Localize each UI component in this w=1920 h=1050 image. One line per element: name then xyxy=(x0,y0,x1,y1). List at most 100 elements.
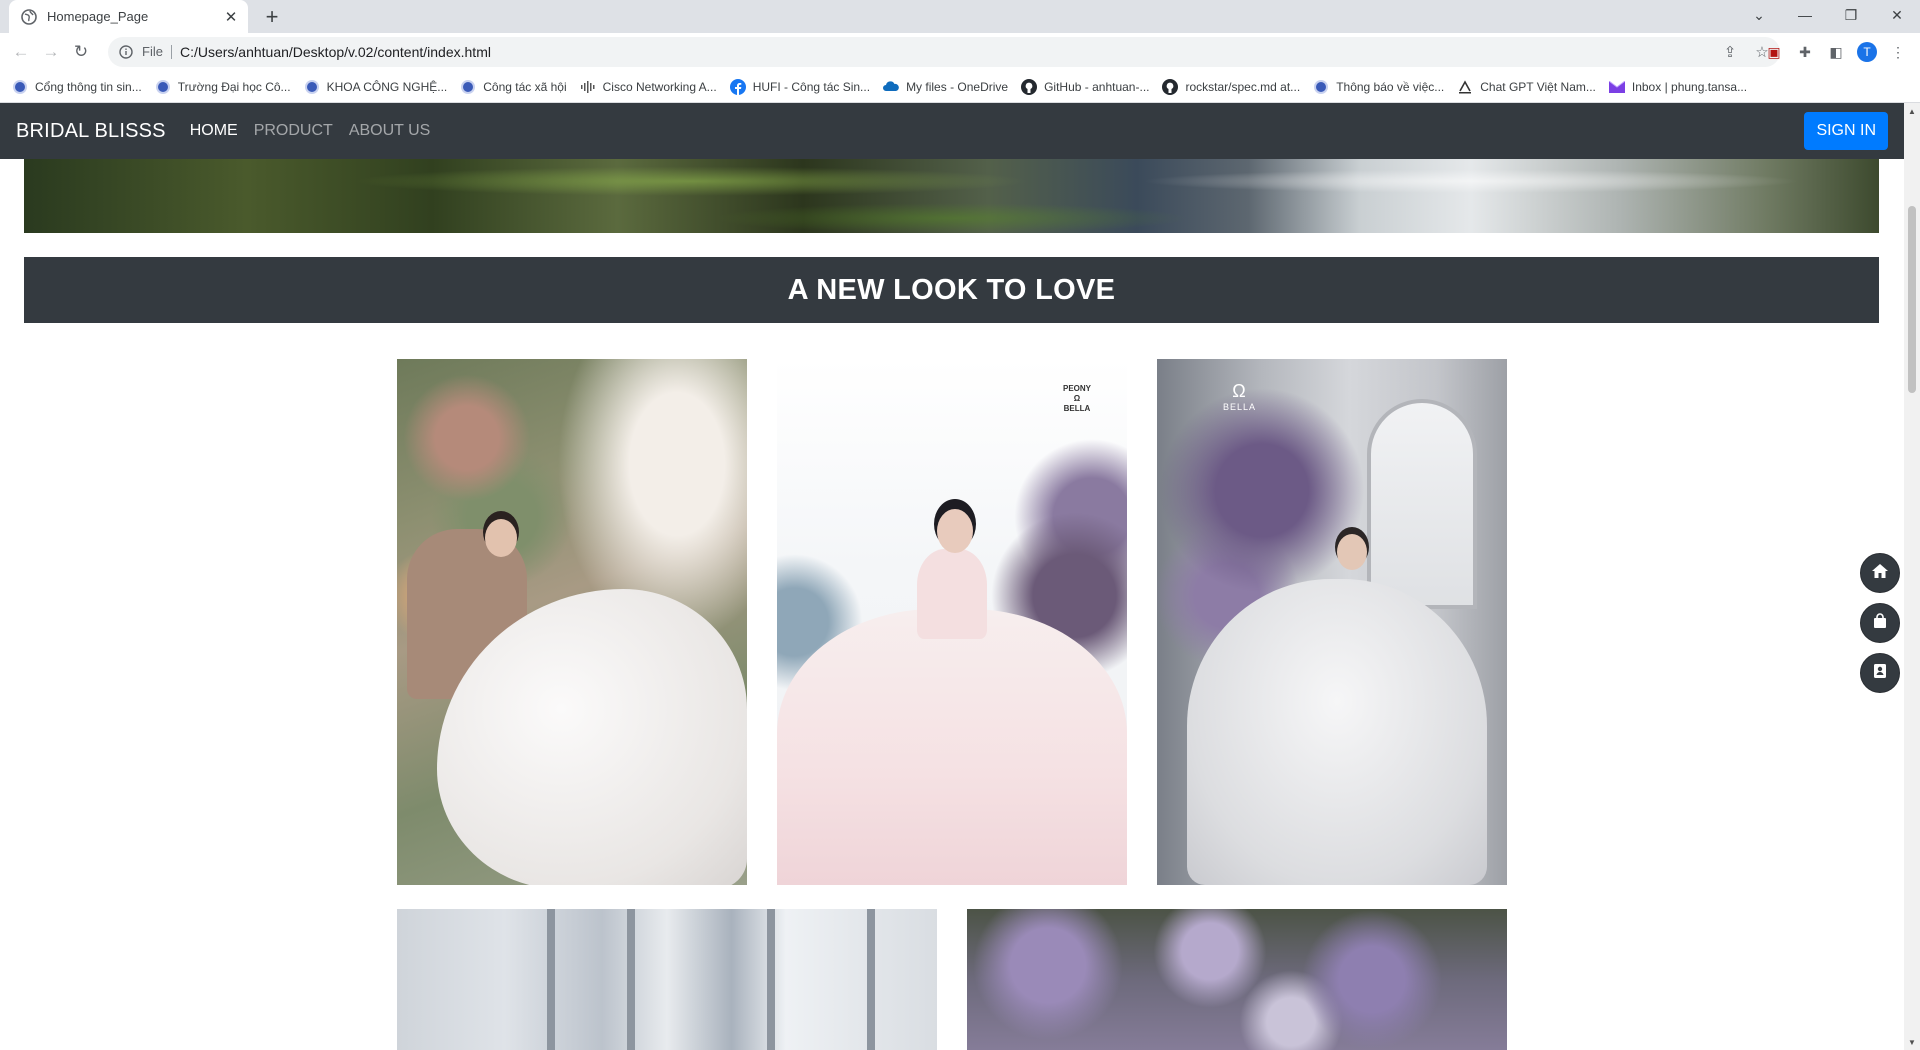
photo-logo: Ω BELLA xyxy=(1223,381,1257,412)
onedrive-icon xyxy=(883,79,899,95)
chatgpt-icon xyxy=(1457,79,1473,95)
minimize-icon[interactable]: — xyxy=(1782,0,1828,30)
bookmark-label: Thông báo về việc... xyxy=(1336,79,1445,94)
tab-search-icon[interactable]: ⌄ xyxy=(1736,0,1782,30)
bookmark-label: Cisco Networking A... xyxy=(602,79,717,94)
bookmarks-bar: Cổng thông tin sin... Trường Đại học Cô.… xyxy=(0,71,1920,103)
university-icon xyxy=(1313,79,1329,95)
close-window-icon[interactable]: ✕ xyxy=(1874,0,1920,30)
github-icon xyxy=(1162,78,1179,95)
scrollbar-thumb[interactable] xyxy=(1908,206,1916,393)
dress-photo-1[interactable] xyxy=(397,359,747,885)
menu-kebab-icon[interactable]: ⋮ xyxy=(1888,42,1908,62)
floating-home-button[interactable] xyxy=(1860,553,1900,593)
restore-icon[interactable]: ❐ xyxy=(1828,0,1874,30)
scroll-down-icon[interactable]: ▼ xyxy=(1904,1034,1920,1050)
shopping-bag-icon xyxy=(1873,612,1887,634)
window-controls: ⌄ — ❐ ✕ xyxy=(1736,0,1920,30)
browser-toolbar: ← → ↻ File C:/Users/anhtuan/Desktop/v.02… xyxy=(0,33,1920,71)
model-head-shape xyxy=(1337,534,1367,570)
extensions-area: ▣ ✚ ◧ T ⋮ xyxy=(1764,33,1920,71)
bookmark-item[interactable]: GitHub - anhtuan-... xyxy=(1021,78,1150,95)
dress-shape xyxy=(1187,579,1487,885)
university-icon xyxy=(155,79,171,95)
bookmark-label: KHOA CÔNG NGHỆ... xyxy=(326,79,448,94)
model-head-shape xyxy=(485,519,517,557)
bookmark-item[interactable]: Chat GPT Việt Nam... xyxy=(1457,79,1596,95)
bookmark-label: Trường Đại học Cô... xyxy=(177,79,291,94)
nav-home[interactable]: HOME xyxy=(190,122,238,140)
mail-icon xyxy=(1608,79,1625,95)
bookmark-label: Công tác xã hội xyxy=(483,79,567,94)
university-icon xyxy=(12,79,28,95)
home-icon xyxy=(1871,563,1889,584)
bookmark-item[interactable]: HUFI - Công tác Sin... xyxy=(729,78,871,95)
tab-strip: Homepage_Page ✕ + ⌄ — ❐ ✕ xyxy=(0,0,1920,33)
cisco-icon xyxy=(580,79,596,95)
browser-tab[interactable]: Homepage_Page ✕ xyxy=(9,0,248,33)
sign-in-button[interactable]: SIGN IN xyxy=(1804,112,1888,150)
side-panel-icon[interactable]: ◧ xyxy=(1826,42,1846,62)
share-icon[interactable]: ⇪ xyxy=(1720,42,1740,62)
window-frame-shape xyxy=(867,909,875,1050)
bookmark-item[interactable]: Thông báo về việc... xyxy=(1313,79,1444,95)
dress-bodice-shape xyxy=(917,549,987,639)
bookmark-item[interactable]: KHOA CÔNG NGHỆ... xyxy=(304,79,448,95)
reload-icon[interactable]: ↻ xyxy=(66,37,96,67)
back-icon[interactable]: ← xyxy=(6,37,36,67)
model-head-shape xyxy=(937,509,973,553)
floating-shop-button[interactable] xyxy=(1860,603,1900,643)
window-frame-shape xyxy=(767,909,775,1050)
bookmark-item[interactable]: Trường Đại học Cô... xyxy=(155,79,291,95)
nav-product[interactable]: PRODUCT xyxy=(254,122,333,140)
photo-logo: PEONY Ω BELLA xyxy=(1062,384,1091,413)
bookmark-label: Cổng thông tin sin... xyxy=(35,79,142,94)
floating-contact-button[interactable] xyxy=(1860,653,1900,693)
dress-photo-5[interactable] xyxy=(967,909,1507,1050)
university-icon xyxy=(304,79,320,95)
address-bar[interactable]: File C:/Users/anhtuan/Desktop/v.02/conte… xyxy=(108,37,1780,67)
info-icon[interactable] xyxy=(118,44,134,60)
globe-icon xyxy=(20,8,38,26)
bookmark-item[interactable]: rockstar/spec.md at... xyxy=(1162,78,1301,95)
arched-window-shape xyxy=(1367,399,1477,609)
bookmark-label: Inbox | phung.tansa... xyxy=(1631,79,1748,94)
dress-shape xyxy=(777,609,1127,885)
section-heading-bar: A NEW LOOK TO LOVE xyxy=(24,257,1879,323)
github-icon xyxy=(1021,78,1038,95)
contact-book-icon xyxy=(1873,663,1887,684)
dress-photo-3[interactable]: Ω BELLA xyxy=(1157,359,1507,885)
bookmark-label: GitHub - anhtuan-... xyxy=(1044,79,1150,94)
university-icon xyxy=(460,79,476,95)
scroll-up-icon[interactable]: ▲ xyxy=(1904,103,1920,119)
bookmark-item[interactable]: Inbox | phung.tansa... xyxy=(1608,79,1748,95)
bookmark-item[interactable]: Cisco Networking A... xyxy=(580,79,717,95)
page-scrollbar[interactable]: ▲ ▼ xyxy=(1904,103,1920,1050)
tab-title: Homepage_Page xyxy=(47,9,149,24)
bookmark-label: My files - OneDrive xyxy=(906,79,1009,94)
bookmark-label: rockstar/spec.md at... xyxy=(1185,79,1301,94)
close-tab-icon[interactable]: ✕ xyxy=(222,8,240,26)
bookmark-label: HUFI - Công tác Sin... xyxy=(752,79,871,94)
site-brand[interactable]: BRIDAL BLISSS xyxy=(16,120,166,143)
extension-calendar-icon[interactable]: ▣ xyxy=(1764,42,1784,62)
dress-photo-4[interactable] xyxy=(397,909,937,1050)
extensions-puzzle-icon[interactable]: ✚ xyxy=(1795,42,1815,62)
window-frame-shape xyxy=(627,909,635,1050)
url-scheme: File xyxy=(142,45,172,59)
site-navbar: BRIDAL BLISSS HOME PRODUCT ABOUT US SIGN… xyxy=(0,103,1904,159)
bookmark-label: Chat GPT Việt Nam... xyxy=(1480,79,1596,94)
hero-banner-image xyxy=(24,159,1879,233)
profile-avatar[interactable]: T xyxy=(1857,42,1877,62)
new-tab-button[interactable]: + xyxy=(259,4,285,30)
bookmark-item[interactable]: My files - OneDrive xyxy=(883,79,1008,95)
forward-icon[interactable]: → xyxy=(36,37,66,67)
facebook-icon xyxy=(729,78,746,95)
bookmark-item[interactable]: Cổng thông tin sin... xyxy=(12,79,142,95)
nav-about-us[interactable]: ABOUT US xyxy=(349,122,431,140)
url-text[interactable]: C:/Users/anhtuan/Desktop/v.02/content/in… xyxy=(180,44,491,60)
section-title: A NEW LOOK TO LOVE xyxy=(787,273,1116,306)
dress-photo-2[interactable]: PEONY Ω BELLA xyxy=(777,359,1127,885)
bookmark-item[interactable]: Công tác xã hội xyxy=(460,79,567,95)
page-viewport: BRIDAL BLISSS HOME PRODUCT ABOUT US SIGN… xyxy=(0,103,1904,1050)
